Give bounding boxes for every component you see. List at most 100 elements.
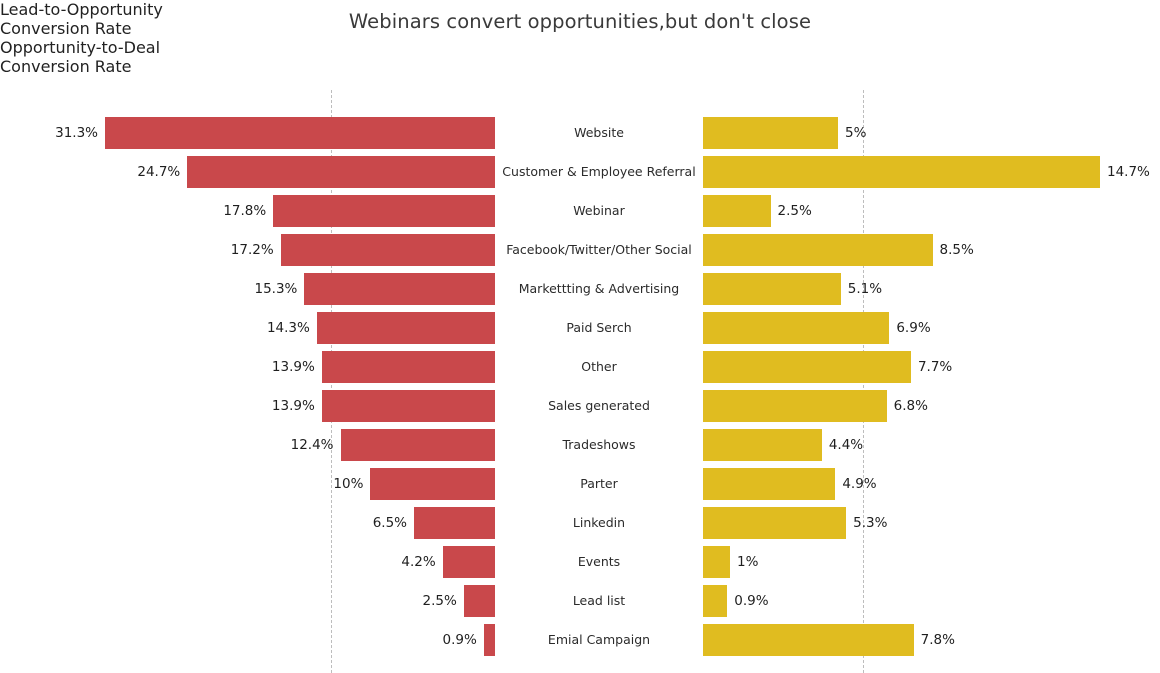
category-label: Lead list [572, 593, 626, 608]
right-bar-row: 4.9% [703, 464, 1160, 503]
right-bar-value-label: 1% [737, 553, 759, 570]
right-bar [703, 155, 1100, 188]
left-bar [321, 389, 495, 422]
category-label-row: Sales generated [495, 386, 703, 425]
left-bar [105, 116, 495, 149]
left-bar [483, 623, 495, 656]
left-bar-value-label: 15.3% [254, 280, 298, 297]
right-bar-value-label: 7.8% [920, 631, 955, 648]
category-label: Markettting & Advertising [518, 281, 680, 296]
right-bar-row: 5% [703, 113, 1160, 152]
left-bar [187, 155, 495, 188]
right-bar-row: 8.5% [703, 230, 1160, 269]
right-bar-row: 6.9% [703, 308, 1160, 347]
category-label-row: Website [495, 113, 703, 152]
right-bar [703, 350, 911, 383]
right-bar-plot: 5% 14.7% 2.5% 8.5% 5.1% 6.9% 7.7% 6.8% 4.4% 4.9% 5… [703, 113, 1160, 659]
right-bar [703, 545, 730, 578]
left-bar [414, 506, 495, 539]
right-panel-header: Opportunity-to-Deal Conversion Rate [0, 38, 200, 76]
left-bar [273, 194, 495, 227]
right-bar-row: 5.3% [703, 503, 1160, 542]
left-bar-row: 6.5% [0, 503, 495, 542]
left-bar-value-label: 13.9% [271, 358, 315, 375]
right-bar-row: 0.9% [703, 581, 1160, 620]
left-bar-row: 4.2% [0, 542, 495, 581]
left-bar [321, 350, 495, 383]
left-bar-row: 10% [0, 464, 495, 503]
chart-title: Webinars convert opportunities,but don't… [348, 10, 812, 33]
left-bar-plot: 31.3% 24.7% 17.8% 17.2% 15.3% 14.3% 13.9% 13.9%… [0, 113, 495, 659]
left-bar-row: 31.3% [0, 113, 495, 152]
right-panel-header-line1: Opportunity-to-Deal [0, 38, 161, 57]
dual-bar-chart: Webinars convert opportunities,but don't… [0, 0, 1160, 673]
left-bar [370, 467, 495, 500]
category-label: Paid Serch [566, 320, 632, 335]
left-bar-row: 0.9% [0, 620, 495, 659]
category-label: Emial Campaign [547, 632, 651, 647]
right-bar-value-label: 5.3% [853, 514, 888, 531]
left-bar [316, 311, 495, 344]
right-bar-value-label: 6.9% [896, 319, 931, 336]
category-label: Events [577, 554, 621, 569]
right-bar [703, 233, 933, 266]
left-bar-row: 2.5% [0, 581, 495, 620]
right-bar [703, 623, 914, 656]
category-label-row: Parter [495, 464, 703, 503]
category-label-row: Customer & Employee Referral [495, 152, 703, 191]
right-bar-value-label: 4.4% [828, 436, 864, 453]
category-label: Other [581, 359, 617, 374]
left-bar-value-label: 0.9% [442, 631, 477, 648]
right-bar-row: 2.5% [703, 191, 1160, 230]
right-bar-row: 7.7% [703, 347, 1160, 386]
left-bar-row: 15.3% [0, 269, 495, 308]
category-label: Sales generated [548, 398, 650, 413]
left-bar-value-label: 13.9% [271, 397, 315, 414]
right-bar-value-label: 8.5% [939, 241, 974, 258]
right-bar-value-label: 14.7% [1107, 163, 1150, 180]
category-label: Parter [580, 476, 618, 491]
category-label-row: Lead list [495, 581, 703, 620]
right-bar [703, 389, 887, 422]
left-bar-row: 24.7% [0, 152, 495, 191]
left-bar [304, 272, 495, 305]
right-bar [703, 311, 890, 344]
category-label-row: Other [495, 347, 703, 386]
left-bar-row: 17.2% [0, 230, 495, 269]
category-label: Facebook/Twitter/Other Social [506, 242, 692, 257]
category-label: Website [574, 125, 624, 140]
left-bar [463, 584, 495, 617]
right-bar-value-label: 4.9% [842, 475, 877, 492]
left-bar-value-label: 17.8% [223, 202, 267, 219]
left-bar-value-label: 14.3% [266, 319, 310, 336]
left-bar [280, 233, 495, 266]
category-label-row: Markettting & Advertising [495, 269, 703, 308]
right-bar [703, 584, 728, 617]
category-label-column: Website Customer & Employee Referral Webin… [495, 113, 703, 659]
right-bar-row: 5.1% [703, 269, 1160, 308]
left-bar-value-label: 10% [333, 475, 364, 492]
category-label-row: Events [495, 542, 703, 581]
right-bar [703, 506, 847, 539]
category-label: Webinar [573, 203, 625, 218]
right-bar [703, 467, 836, 500]
right-panel-header-line2: Conversion Rate [0, 57, 132, 76]
left-bar-value-label: 12.4% [290, 436, 334, 453]
right-bar-value-label: 0.9% [734, 592, 769, 609]
right-bar [703, 194, 771, 227]
left-bar-value-label: 2.5% [422, 592, 457, 609]
category-label-row: Emial Campaign [495, 620, 703, 659]
category-label-row: Linkedin [495, 503, 703, 542]
left-bar-row: 14.3% [0, 308, 495, 347]
right-bar [703, 116, 839, 149]
right-bar [703, 272, 841, 305]
category-label: Customer & Employee Referral [502, 164, 696, 179]
right-bar-row: 4.4% [703, 425, 1160, 464]
category-label: Linkedin [572, 515, 626, 530]
category-label-row: Webinar [495, 191, 703, 230]
right-bar-value-label: 5% [845, 124, 867, 141]
category-label-row: Tradeshows [495, 425, 703, 464]
left-bar-value-label: 17.2% [230, 241, 274, 258]
category-label: Tradeshows [562, 437, 636, 452]
right-bar-value-label: 6.8% [893, 397, 928, 414]
